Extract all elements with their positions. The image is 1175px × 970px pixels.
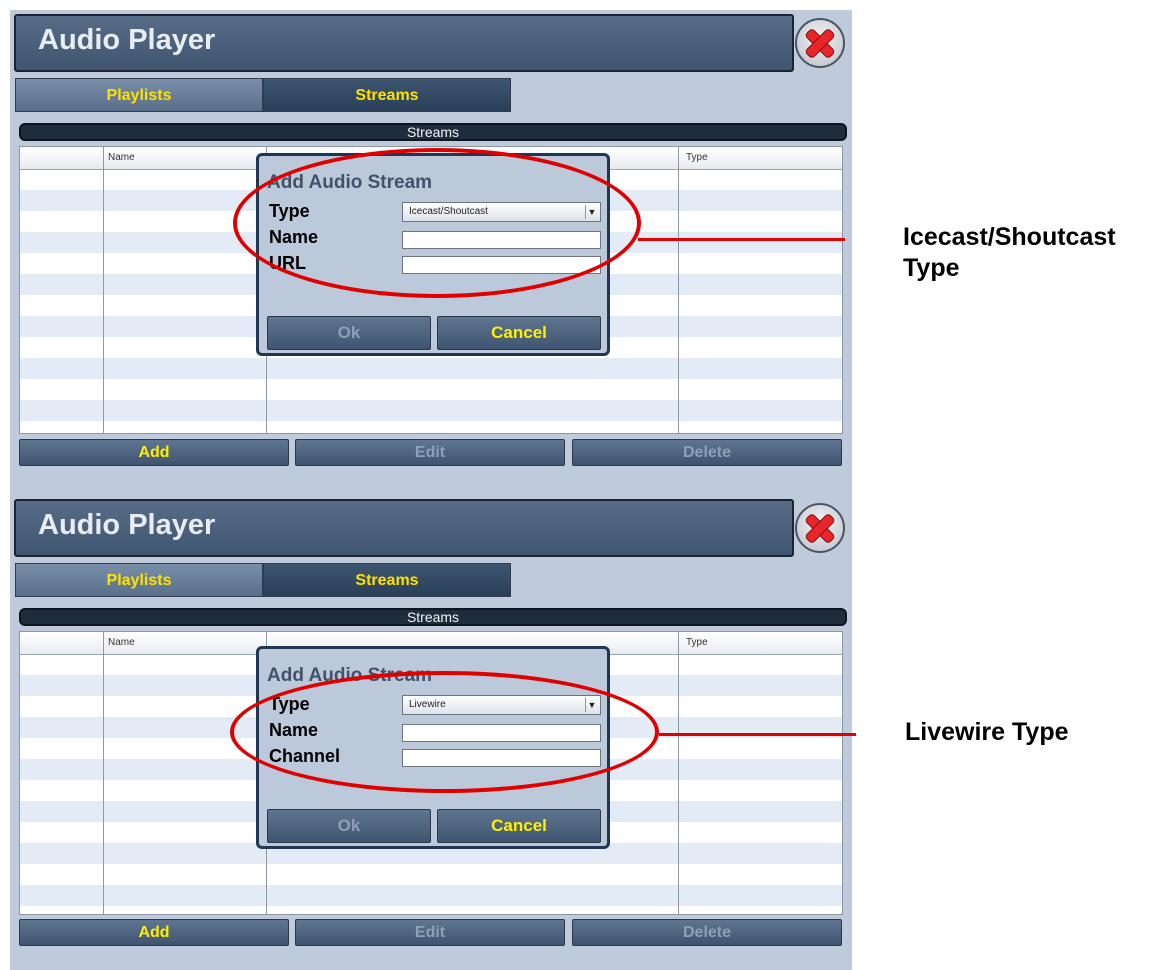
section-title: Streams xyxy=(19,123,847,141)
delete-button[interactable]: Delete xyxy=(572,919,842,946)
column-divider xyxy=(678,632,679,914)
column-header-name[interactable]: Name xyxy=(108,152,135,163)
add-button[interactable]: Add xyxy=(19,439,289,466)
callout-label: Livewire Type xyxy=(905,718,1069,746)
callout-line xyxy=(659,733,856,736)
edit-button[interactable]: Edit xyxy=(295,919,565,946)
app-title: Audio Player xyxy=(38,509,216,541)
close-icon[interactable] xyxy=(795,503,845,553)
highlight-ellipse xyxy=(233,148,641,298)
ok-button[interactable]: Ok xyxy=(267,809,431,843)
tab-playlists[interactable]: Playlists xyxy=(15,78,263,112)
title-bar: Audio Player xyxy=(14,14,794,72)
cancel-button[interactable]: Cancel xyxy=(437,316,601,350)
close-icon[interactable] xyxy=(795,18,845,68)
delete-button[interactable]: Delete xyxy=(572,439,842,466)
highlight-ellipse xyxy=(230,671,659,793)
section-title: Streams xyxy=(19,608,847,626)
cancel-button[interactable]: Cancel xyxy=(437,809,601,843)
column-header-type[interactable]: Type xyxy=(686,152,708,163)
title-bar: Audio Player xyxy=(14,499,794,557)
tab-streams[interactable]: Streams xyxy=(263,563,511,597)
callout-label: Icecast/Shoutcast Type xyxy=(903,222,1116,284)
column-divider xyxy=(103,632,104,914)
tab-playlists[interactable]: Playlists xyxy=(15,563,263,597)
callout-line-1: Icecast/Shoutcast xyxy=(903,223,1116,251)
column-header-name[interactable]: Name xyxy=(108,637,135,648)
app-title: Audio Player xyxy=(38,24,216,56)
column-header-type[interactable]: Type xyxy=(686,637,708,648)
callout-line-2: Type xyxy=(903,254,960,282)
tab-streams[interactable]: Streams xyxy=(263,78,511,112)
ok-button[interactable]: Ok xyxy=(267,316,431,350)
edit-button[interactable]: Edit xyxy=(295,439,565,466)
column-divider xyxy=(678,147,679,433)
add-button[interactable]: Add xyxy=(19,919,289,946)
column-divider xyxy=(103,147,104,433)
callout-line xyxy=(638,238,845,241)
